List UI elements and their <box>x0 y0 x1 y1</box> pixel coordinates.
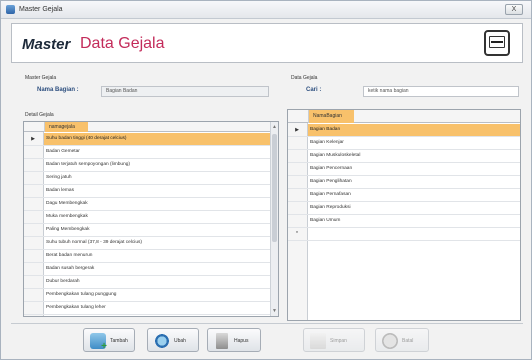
table-row[interactable]: Bagian Muskuloskeletal <box>288 150 520 163</box>
table-row[interactable]: Dagu Membengkak <box>24 198 278 211</box>
table-cell: Paling Membengkak <box>46 227 90 232</box>
tambah-button[interactable]: Tambah <box>83 328 135 352</box>
table-cell: Bagian Penglihatan <box>310 179 352 184</box>
grid-header: namagejala <box>24 122 278 132</box>
nama-bagian-label: Nama Bagian : <box>37 87 79 93</box>
app-icon <box>6 5 15 14</box>
data-gejala-group-label: Data Gejala <box>291 75 318 81</box>
bagian-grid[interactable]: NamaBagian ▶ Bagian Badan Bagian Kelenjar B… <box>287 109 521 321</box>
table-cell: Pembengkakan tulang punggung <box>46 292 117 297</box>
batal-button[interactable]: Batal <box>375 328 429 352</box>
table-row[interactable]: Bagian Pernafasan <box>288 189 520 202</box>
table-cell: Sayap diangkat <box>46 315 79 316</box>
edit-icon <box>154 333 170 349</box>
ubah-label: Ubah <box>174 338 186 344</box>
table-cell: Badan terjatuh sempoyongan (limbung) <box>46 162 130 167</box>
table-cell: Bagian Pernafasan <box>310 192 351 197</box>
add-icon <box>90 333 107 352</box>
table-cell: Dagu Membengkak <box>46 201 88 206</box>
column-header-namabagian[interactable]: NamaBagian <box>308 110 354 123</box>
hapus-label: Hapus <box>234 338 249 344</box>
vertical-scrollbar[interactable]: ▲ ▼ <box>270 122 278 316</box>
pulse-line <box>491 41 503 43</box>
table-row[interactable]: Paling Membengkak <box>24 224 278 237</box>
table-row[interactable]: ▶ Suhu badan tinggi (40 derajat celcius) <box>24 133 278 146</box>
detail-gejala-label: Detail Gejala <box>25 112 54 118</box>
close-button[interactable]: X <box>505 4 523 15</box>
table-cell: Dubur berdarah <box>46 279 80 284</box>
column-header-namagejala[interactable]: namagejala <box>44 122 88 132</box>
table-cell: Pembengkakan tulang leher <box>46 305 106 310</box>
table-row[interactable]: Muka membengkak <box>24 211 278 224</box>
table-row[interactable]: Bagian Kelenjar <box>288 137 520 150</box>
table-row[interactable]: Sering jatuh <box>24 172 278 185</box>
table-cell: Badan lemas <box>46 188 74 193</box>
master-gejala-window: Master Gejala X Master Data Gejala Maste… <box>0 0 532 360</box>
table-row[interactable]: Pembengkakan tulang punggung <box>24 289 278 302</box>
monitor-icon <box>484 30 510 56</box>
table-cell: Bagian Badan <box>308 124 520 136</box>
nama-bagian-field[interactable]: Bagian Badan <box>101 86 269 97</box>
table-cell: Berat badan menurun <box>46 253 93 258</box>
table-cell: Suhu tubuh normal (37,8 - 39 derajat cel… <box>46 240 142 245</box>
batal-label: Batal <box>402 338 414 344</box>
scroll-down-arrow-icon[interactable]: ▼ <box>272 307 277 315</box>
header-banner: Master Data Gejala <box>11 23 523 63</box>
table-cell: Badan Gemetar <box>46 149 80 154</box>
table-row[interactable]: Sayap diangkat <box>24 315 278 316</box>
row-selector[interactable]: ▶ <box>26 133 40 145</box>
table-cell: Badan susah bergerak <box>46 266 95 271</box>
table-row[interactable]: Badan terjatuh sempoyongan (limbung) <box>24 159 278 172</box>
table-row[interactable]: Bagian Penglihatan <box>288 176 520 189</box>
new-row[interactable]: * <box>288 228 520 241</box>
ubah-button[interactable]: Ubah <box>147 328 199 352</box>
table-cell: Sering jatuh <box>46 175 72 180</box>
window-title: Master Gejala <box>19 6 63 13</box>
table-row[interactable]: Badan lemas <box>24 185 278 198</box>
hapus-button[interactable]: Hapus <box>207 328 261 352</box>
cari-label: Cari : <box>306 87 322 93</box>
table-row[interactable]: Bagian Umum <box>288 215 520 228</box>
save-icon <box>310 333 326 349</box>
table-cell: Bagian Pencernaan <box>310 166 353 171</box>
table-row[interactable]: Suhu tubuh normal (37,8 - 39 derajat cel… <box>24 237 278 250</box>
table-row[interactable]: Dubur berdarah <box>24 276 278 289</box>
table-row[interactable]: Pembengkakan tulang leher <box>24 302 278 315</box>
gejala-grid[interactable]: namagejala ▶ Suhu badan tinggi (40 deraja… <box>23 121 279 317</box>
brand-title: Data Gejala <box>80 35 165 52</box>
brand-title-prefix: Master <box>22 36 71 53</box>
table-row[interactable]: Berat badan menurun <box>24 250 278 263</box>
table-row[interactable]: Badan Gemetar <box>24 146 278 159</box>
table-cell: Bagian Kelenjar <box>310 140 344 145</box>
simpan-button[interactable]: Simpan <box>303 328 365 352</box>
tambah-label: Tambah <box>110 338 128 344</box>
table-cell: Muka membengkak <box>46 214 88 219</box>
table-cell: Bagian Muskuloskeletal <box>310 153 361 158</box>
table-row[interactable]: Badan susah bergerak <box>24 263 278 276</box>
master-gejala-group-label: Master Gejala <box>25 75 57 81</box>
title-bar: Master Gejala X <box>1 1 531 19</box>
button-bar: Tambah Ubah Hapus Simpan Batal <box>11 323 523 355</box>
table-cell: Bagian Umum <box>310 218 341 223</box>
cancel-icon <box>382 333 398 349</box>
table-cell: Suhu badan tinggi (40 derajat celcius) <box>44 133 278 145</box>
table-row[interactable]: Bagian Pencernaan <box>288 163 520 176</box>
row-selector[interactable]: ▶ <box>290 124 304 136</box>
table-row[interactable]: Bagian Reproduksi <box>288 202 520 215</box>
trash-icon <box>216 333 228 349</box>
cari-input[interactable]: ketik nama bagian <box>363 86 519 97</box>
table-row[interactable]: ▶ Bagian Badan <box>288 124 520 137</box>
scroll-thumb[interactable] <box>272 134 277 242</box>
table-cell: Bagian Reproduksi <box>310 205 351 210</box>
new-row-marker: * <box>296 231 298 237</box>
scroll-up-arrow-icon[interactable]: ▲ <box>272 123 277 131</box>
simpan-label: Simpan <box>330 338 347 344</box>
grid-header: NamaBagian <box>288 110 520 123</box>
